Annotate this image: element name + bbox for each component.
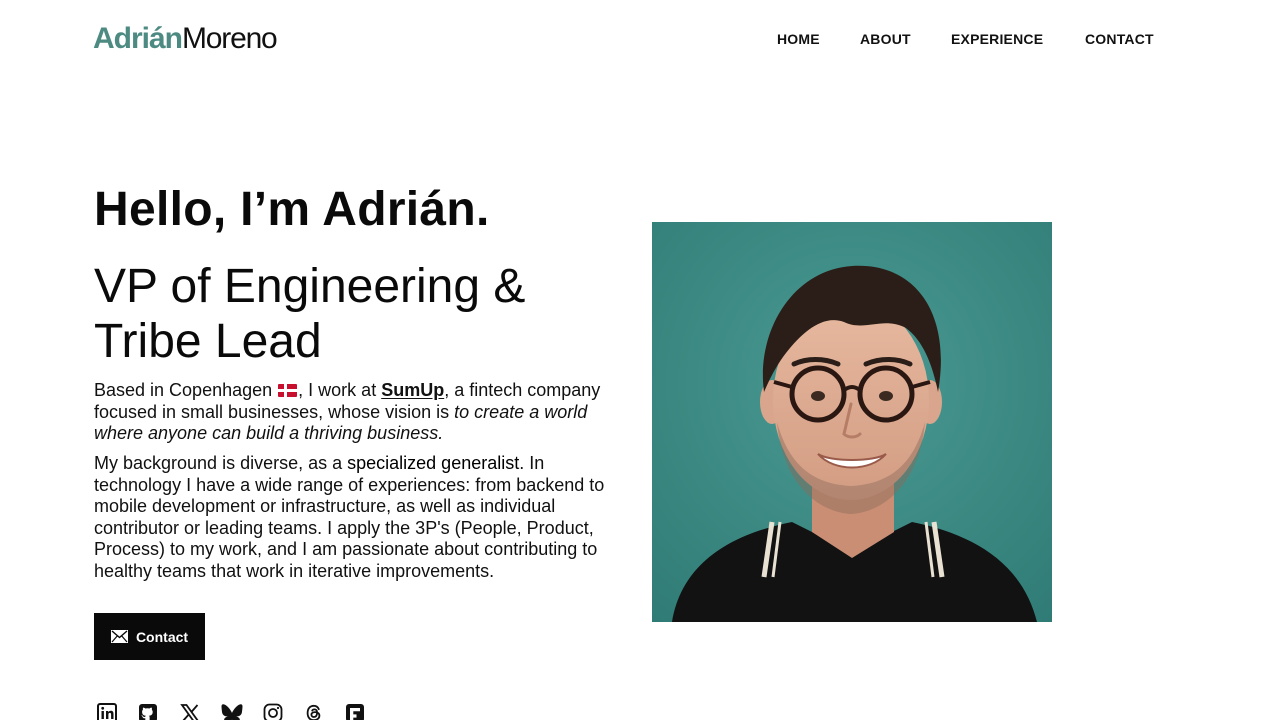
instagram-icon[interactable] bbox=[262, 702, 284, 720]
x-icon[interactable] bbox=[179, 702, 201, 720]
company-link[interactable]: SumUp bbox=[381, 380, 444, 400]
profile-photo bbox=[652, 222, 1052, 622]
flipboard-icon[interactable] bbox=[344, 702, 366, 720]
linkedin-icon[interactable] bbox=[96, 702, 118, 720]
main-navigation: HOME ABOUT EXPERIENCE CONTACT bbox=[0, 30, 1280, 50]
intro-paragraph: Based in Copenhagen , I work at SumUp, a… bbox=[94, 380, 624, 445]
background-prefix: My background is diverse, as a bbox=[94, 453, 348, 473]
hero-greeting: Hello, I’m Adrián. bbox=[94, 183, 490, 236]
intro-middle: , I work at bbox=[298, 380, 382, 400]
denmark-flag-icon bbox=[278, 384, 298, 397]
bluesky-icon[interactable] bbox=[221, 702, 243, 720]
nav-about[interactable]: ABOUT bbox=[860, 30, 911, 48]
envelope-icon bbox=[110, 630, 128, 643]
github-icon[interactable] bbox=[137, 702, 159, 720]
specialized-generalist-highlight: specialized generalist bbox=[347, 453, 520, 473]
background-paragraph: My background is diverse, as a specializ… bbox=[94, 453, 624, 583]
nav-contact[interactable]: CONTACT bbox=[1085, 30, 1154, 48]
hero-role: VP of Engineering & Tribe Lead bbox=[94, 260, 526, 368]
nav-home[interactable]: HOME bbox=[777, 30, 820, 48]
threads-icon[interactable] bbox=[303, 702, 325, 720]
intro-prefix: Based in Copenhagen bbox=[94, 380, 273, 400]
profile-portrait-illustration bbox=[652, 222, 1052, 622]
contact-button[interactable]: Contact bbox=[94, 613, 205, 660]
contact-button-label: Contact bbox=[135, 628, 189, 645]
nav-experience[interactable]: EXPERIENCE bbox=[951, 30, 1043, 48]
